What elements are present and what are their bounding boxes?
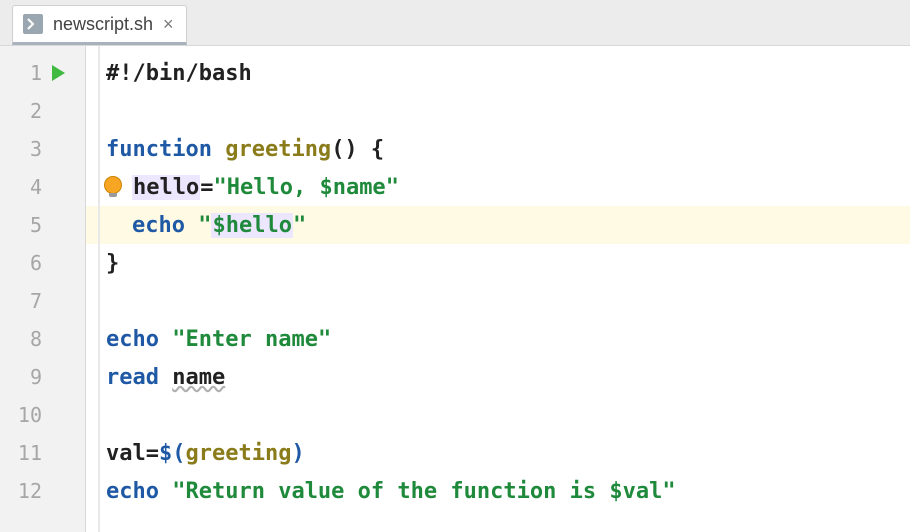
keyword: read xyxy=(106,365,159,390)
code-line[interactable]: function greeting() { xyxy=(106,130,910,168)
gutter-line: 12 xyxy=(0,472,85,510)
quote: " xyxy=(662,479,675,504)
quote: " xyxy=(318,327,331,352)
keyword: echo xyxy=(106,327,159,352)
assign-op: = xyxy=(146,441,159,466)
code-line[interactable]: hello="Hello, $name" xyxy=(106,168,910,206)
run-icon[interactable] xyxy=(52,65,65,81)
keyword: echo xyxy=(106,479,159,504)
code-editor[interactable]: 1 2 3 4 5 6 7 8 9 10 11 12 #!/bin/bash f… xyxy=(0,46,910,532)
string-var: $val xyxy=(609,479,662,504)
gutter-line: 7 xyxy=(0,282,85,320)
gutter-line: 4 xyxy=(0,168,85,206)
string-var: $name xyxy=(319,175,385,200)
function-name: greeting xyxy=(225,137,331,162)
gutter-line: 8 xyxy=(0,320,85,358)
code-line[interactable] xyxy=(106,396,910,434)
quote: " xyxy=(172,327,185,352)
code-line[interactable]: } xyxy=(106,244,910,282)
tab-filename: newscript.sh xyxy=(53,14,153,35)
gutter: 1 2 3 4 5 6 7 8 9 10 11 12 xyxy=(0,46,86,532)
gutter-line: 2 xyxy=(0,92,85,130)
function-call: greeting xyxy=(186,441,292,466)
brace: } xyxy=(106,251,119,276)
variable-def: hello xyxy=(132,175,200,200)
quote: " xyxy=(198,213,211,238)
gutter-line: 11 xyxy=(0,434,85,472)
string-literal: Enter name xyxy=(185,327,317,352)
quote: " xyxy=(386,175,399,200)
gutter-line: 3 xyxy=(0,130,85,168)
gutter-line: 1 xyxy=(0,54,85,92)
quote: " xyxy=(213,175,226,200)
argument: name xyxy=(172,365,225,390)
variable-def: val xyxy=(106,441,146,466)
gutter-line: 10 xyxy=(0,396,85,434)
keyword: echo xyxy=(132,213,185,238)
code-line[interactable]: echo "Enter name" xyxy=(106,320,910,358)
code-line[interactable]: echo "$hello" xyxy=(106,206,910,244)
editor-tab[interactable]: newscript.sh × xyxy=(12,5,187,45)
intention-bulb-icon[interactable] xyxy=(102,176,124,198)
quote: " xyxy=(293,213,306,238)
code-line[interactable]: val=$(greeting) xyxy=(106,434,910,472)
code-line[interactable]: #!/bin/bash xyxy=(106,54,910,92)
subst-close: ) xyxy=(291,441,304,466)
string-literal: Hello, xyxy=(227,175,320,200)
gutter-line: 5 xyxy=(0,206,85,244)
string-var: $hello xyxy=(211,213,292,238)
code-area[interactable]: #!/bin/bash function greeting() { hello=… xyxy=(86,46,910,532)
assign-op: = xyxy=(200,175,213,200)
subst-open: $( xyxy=(159,441,186,466)
keyword: function xyxy=(106,137,212,162)
code-line[interactable] xyxy=(106,282,910,320)
quote: " xyxy=(172,479,185,504)
string-literal: Return value of the function is xyxy=(185,479,609,504)
paren-brace: () { xyxy=(331,137,384,162)
shebang: #!/bin/bash xyxy=(106,61,252,86)
gutter-line: 9 xyxy=(0,358,85,396)
code-line[interactable] xyxy=(106,92,910,130)
close-icon[interactable]: × xyxy=(163,15,174,33)
code-line[interactable]: read name xyxy=(106,358,910,396)
bash-file-icon xyxy=(23,14,43,34)
code-line[interactable]: echo "Return value of the function is $v… xyxy=(106,472,910,510)
gutter-line: 6 xyxy=(0,244,85,282)
tab-bar: newscript.sh × xyxy=(0,0,910,46)
